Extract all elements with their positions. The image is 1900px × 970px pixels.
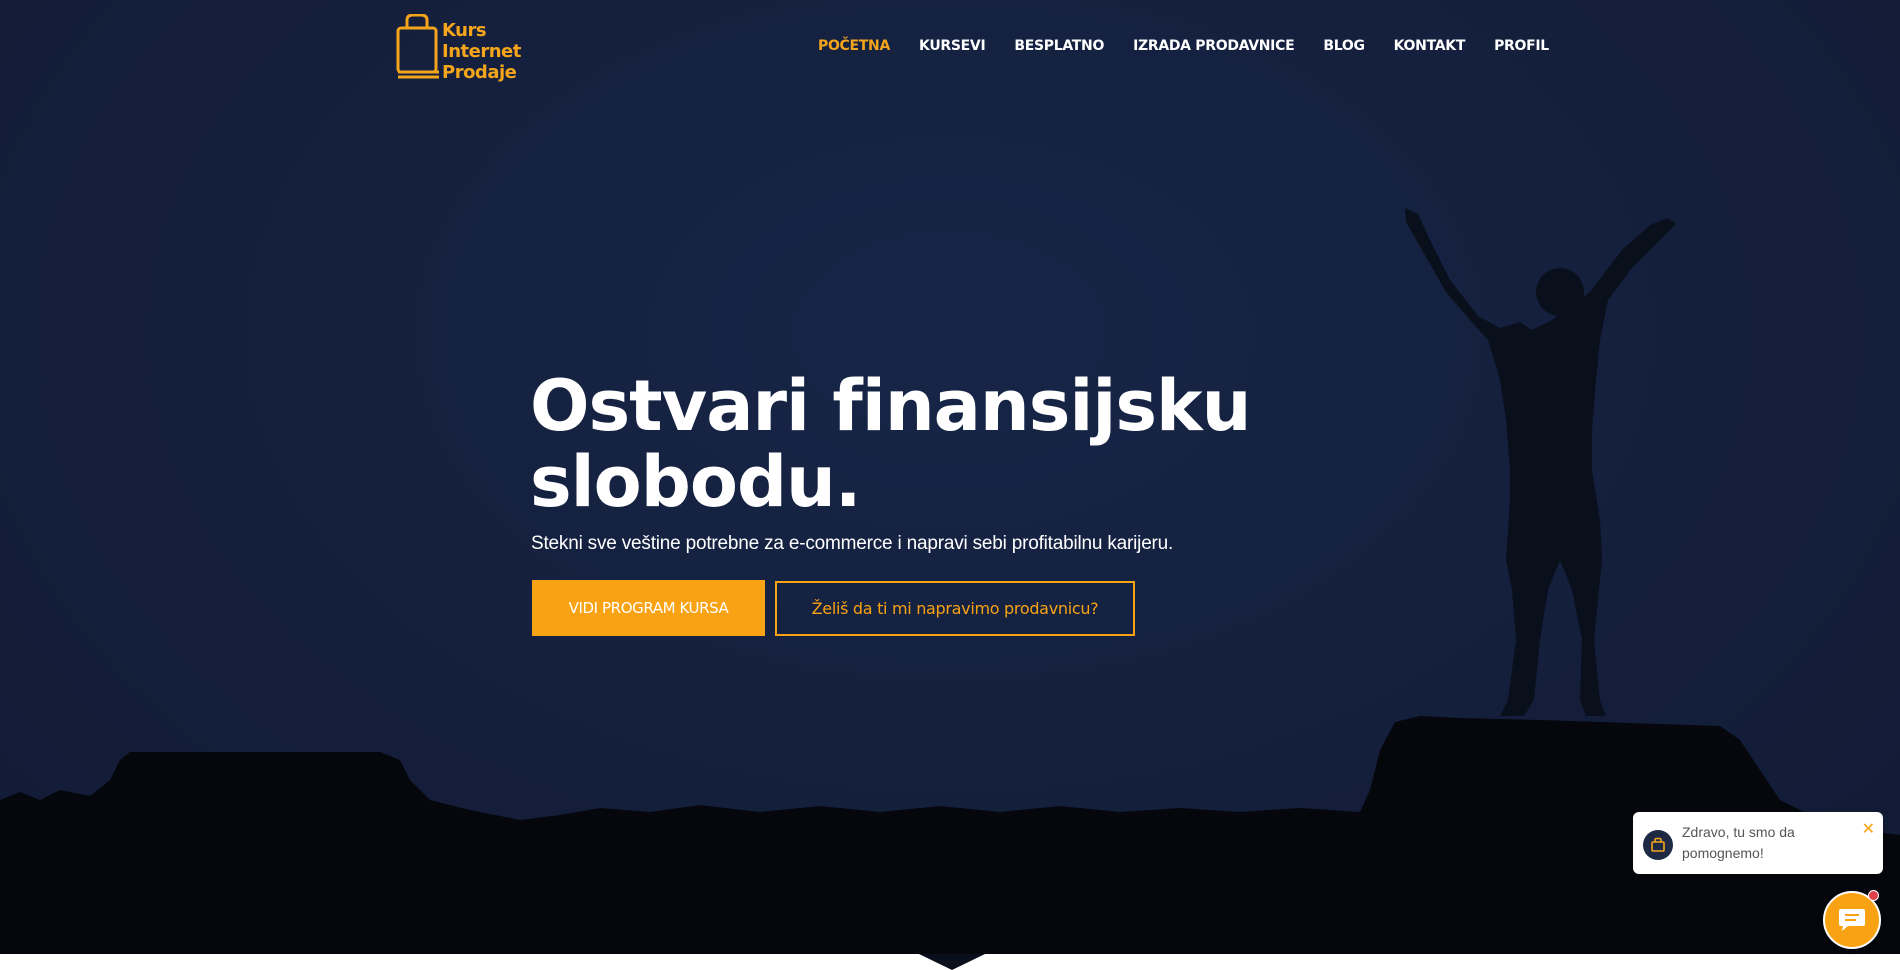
site-logo[interactable]: Kurs Internet Prodaje — [395, 14, 530, 84]
nav-item-blog[interactable]: BLOG — [1323, 38, 1365, 54]
chat-greeting-popup[interactable]: Zdravo, tu smo da pomognemo! ✕ — [1633, 812, 1883, 874]
hero-headline: Ostvari finansijsku slobodu. — [530, 368, 1290, 520]
scroll-down-arrow-icon[interactable] — [919, 952, 985, 970]
nav-item-pocetna[interactable]: POČETNA — [818, 38, 890, 54]
chat-avatar — [1643, 830, 1673, 860]
nav-item-kontakt[interactable]: KONTAKT — [1394, 38, 1466, 54]
build-store-button[interactable]: Želiš da ti mi napravimo prodavnicu? — [775, 581, 1135, 636]
headline-line-1: Ostvari finansijsku — [530, 365, 1251, 447]
chat-icon — [1839, 909, 1865, 931]
nav-item-profil[interactable]: PROFIL — [1494, 38, 1549, 54]
hero-section: Kurs Internet Prodaje POČETNA KURSEVI BE… — [0, 0, 1900, 954]
close-icon[interactable]: ✕ — [1862, 819, 1875, 838]
nav-item-kursevi[interactable]: KURSEVI — [919, 38, 986, 54]
logo-line-1: Kurs — [442, 20, 487, 41]
hero-subheadline: Stekni sve veštine potrebne za e-commerc… — [531, 533, 1174, 554]
headline-line-2: slobodu. — [530, 441, 861, 523]
main-nav: POČETNA KURSEVI BESPLATNO IZRADA PRODAVN… — [818, 38, 1578, 54]
logo-text: Kurs Internet Prodaje — [442, 20, 521, 83]
logo-line-2: Internet — [442, 41, 521, 62]
nav-item-besplatno[interactable]: BESPLATNO — [1014, 38, 1104, 54]
notification-dot — [1868, 890, 1879, 901]
shopping-bag-icon — [1651, 837, 1665, 852]
chat-greeting-text: Zdravo, tu smo da pomognemo! — [1682, 824, 1795, 861]
program-button[interactable]: VIDI PROGRAM KURSA — [532, 580, 765, 636]
nav-item-izrada-prodavnice[interactable]: IZRADA PRODAVNICE — [1133, 38, 1295, 54]
shopping-bag-icon — [396, 14, 439, 79]
logo-line-3: Prodaje — [442, 62, 517, 83]
